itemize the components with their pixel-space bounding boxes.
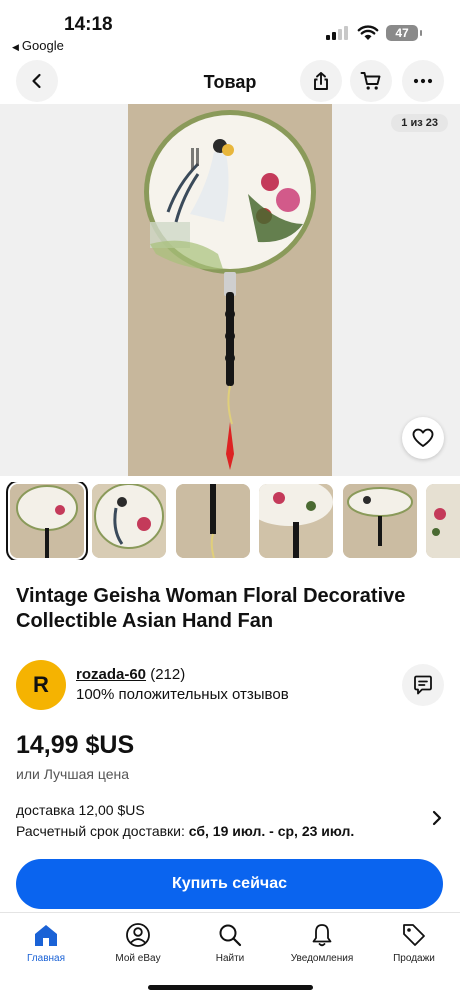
home-icon [35,925,57,946]
tab-notifications-label: Уведомления [290,953,354,964]
delivery-estimate: Расчетный срок доставки: сб, 19 июл. - с… [16,820,446,842]
delivery-estimate-value: сб, 19 июл. - ср, 23 июл. [188,823,355,839]
seller-feedback: 100% положительных отзывов [76,686,289,703]
best-offer-text: или Лучшая цена [16,766,129,782]
delivery-estimate-label: Расчетный срок доставки: [16,823,185,839]
home-indicator[interactable] [148,985,313,990]
seller-name[interactable]: rozada-60 [76,666,146,683]
tag-icon [403,924,425,946]
seller-info[interactable]: R rozada-60 (212) 100% положительных отз… [16,660,446,712]
thumbnail-2[interactable] [92,484,166,558]
share-icon [314,72,328,90]
more-horizontal-icon [413,78,433,84]
shipping-cost: доставка 12,00 $US [16,802,145,818]
back-app-label: Google [21,38,64,53]
thumbnail-3[interactable] [176,484,250,558]
tab-search[interactable]: Найти [184,921,276,964]
hand-fan-illustration [128,104,332,476]
tab-selling-label: Продажи [393,953,435,964]
photo-counter: 1 из 23 [391,114,448,132]
contact-seller-button[interactable] [402,664,444,706]
main-product-photo[interactable] [128,104,332,476]
cart-icon [360,72,381,90]
back-button[interactable] [16,60,58,102]
seller-name-row[interactable]: rozada-60 (212) [76,666,185,683]
tab-selling[interactable]: Продажи [368,921,460,964]
buy-now-button[interactable]: Купить сейчас [16,859,443,909]
item-price: 14,99 $US [16,731,135,759]
search-icon [219,924,242,947]
more-options-button[interactable] [402,60,444,102]
tab-home[interactable]: Главная [0,921,92,964]
chevron-left-icon [32,73,41,89]
thumbnail-4[interactable] [259,484,333,558]
wifi-icon [357,25,379,40]
thumbnail-6[interactable] [426,484,460,558]
add-to-watchlist-button[interactable] [402,417,444,459]
thumbnail-1[interactable] [6,482,88,560]
tab-my-ebay-label: Мой eBay [115,953,161,964]
delivery-info[interactable]: доставка 12,00 $US Расчетный срок достав… [16,800,446,844]
tab-home-label: Главная [26,953,66,964]
chevron-right-icon[interactable] [430,808,444,828]
account-icon [126,923,150,947]
tab-my-ebay[interactable]: Мой eBay [92,921,184,964]
back-triangle-icon: ◀ [12,42,19,52]
seller-avatar[interactable]: R [16,660,66,710]
back-to-app-link[interactable]: ◀ Google [12,38,64,53]
bell-icon [312,924,332,947]
nav-bar: Товар [0,60,460,104]
photo-gallery[interactable]: 1 из 23 [0,104,460,476]
cart-button[interactable] [350,60,392,102]
status-time: 14:18 [64,14,113,35]
item-title: Vintage Geisha Woman Floral Decorative C… [16,585,406,632]
share-button[interactable] [300,60,342,102]
seller-rating-count: (212) [150,666,186,683]
tab-notifications[interactable]: Уведомления [276,921,368,964]
signal-icon [326,26,348,40]
heart-icon [412,428,434,447]
thumbnail-strip[interactable] [0,482,460,560]
message-icon [414,675,432,695]
thumbnail-5[interactable] [343,484,417,558]
status-bar: 14:18 ◀ Google 47 [0,0,460,58]
tab-search-label: Найти [215,953,245,964]
battery-indicator: 47 [386,25,422,41]
